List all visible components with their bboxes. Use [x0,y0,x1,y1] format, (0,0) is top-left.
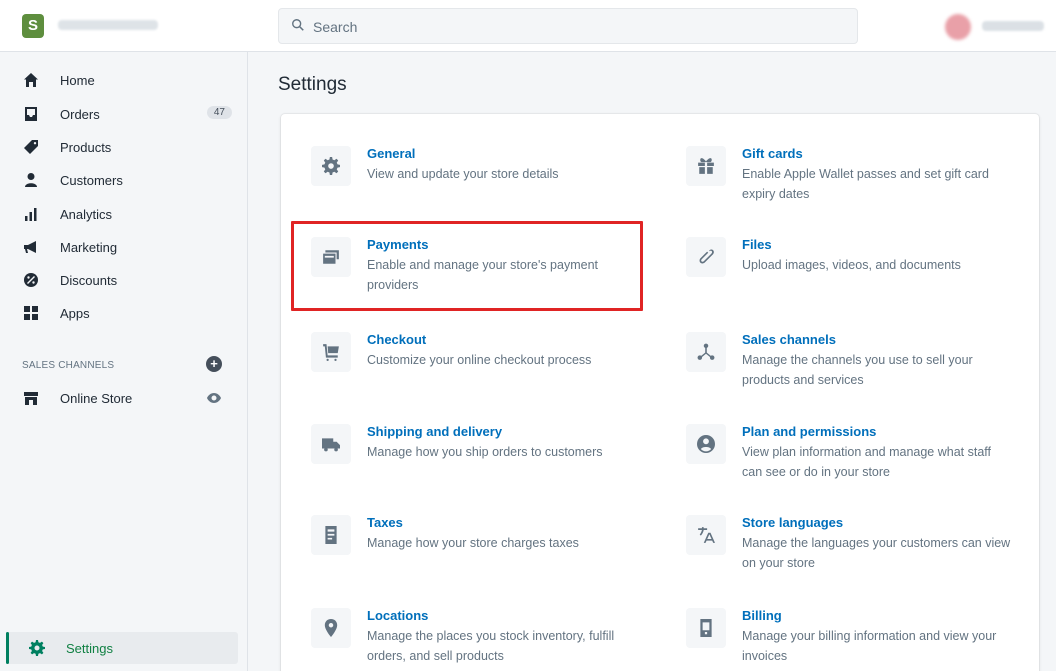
store-icon [16,390,46,406]
setting-description: Manage your billing information and view… [742,629,997,663]
setting-title[interactable]: Locations [367,608,428,623]
setting-title[interactable]: Taxes [367,515,403,530]
person-icon [16,172,46,188]
setting-title[interactable]: Billing [742,608,782,623]
translate-icon [686,515,726,555]
setting-description: View and update your store details [367,167,559,181]
setting-store-languages[interactable]: Store languages Manage the languages you… [686,515,1026,587]
setting-description: Manage the languages your customers can … [742,536,1011,570]
orders-count-badge: 47 [206,106,232,119]
discount-icon [16,272,46,288]
sidebar-item-settings[interactable]: Settings [6,632,238,664]
setting-description: Manage the places you stock inventory, f… [367,629,615,663]
shopify-logo-icon[interactable]: S [22,14,44,38]
search-bar[interactable] [278,8,858,44]
setting-title[interactable]: Sales channels [742,332,836,347]
channels-icon [686,332,726,372]
setting-title[interactable]: Files [742,237,772,252]
paperclip-icon [686,237,726,277]
setting-sales-channels[interactable]: Sales channels Manage the channels you u… [686,332,1026,404]
top-bar: S [0,0,1056,52]
setting-title[interactable]: General [367,146,415,161]
sidebar-item-marketing[interactable]: Marketing [16,233,240,261]
setting-gift-cards[interactable]: Gift cards Enable Apple Wallet passes an… [686,146,1026,218]
add-sales-channel-icon[interactable]: + [206,356,222,372]
search-input[interactable] [313,17,813,37]
avatar[interactable] [945,14,971,40]
settings-card: General View and update your store detai… [281,114,1039,671]
store-name-blurred[interactable] [58,20,158,30]
credit-card-icon [311,237,351,277]
setting-shipping-and-delivery[interactable]: Shipping and delivery Manage how you shi… [311,424,651,496]
setting-description: Manage the channels you use to sell your… [742,353,973,387]
setting-title[interactable]: Payments [367,237,428,252]
location-pin-icon [311,608,351,648]
megaphone-icon [16,239,46,255]
setting-plan-and-permissions[interactable]: Plan and permissions View plan informati… [686,424,1026,496]
sidebar-item-products[interactable]: Products [16,133,240,161]
gift-icon [686,146,726,186]
setting-description: Upload images, videos, and documents [742,258,961,272]
bar-chart-icon [16,206,46,222]
sidebar-item-label: Marketing [60,239,118,255]
sidebar-item-orders[interactable]: Orders 47 [16,100,240,128]
sidebar-item-label: Analytics [60,206,113,222]
setting-description: View plan information and manage what st… [742,445,991,479]
search-icon [291,18,307,34]
sidebar-item-label: Orders [60,106,100,122]
tag-icon [16,139,46,155]
sidebar-item-analytics[interactable]: Analytics [16,200,240,228]
sidebar: Home Orders 47 Products Customers Analyt… [0,52,248,671]
sidebar-item-label: Online Store [60,390,133,406]
sidebar-item-label: Customers [60,172,123,188]
sidebar-item-customers[interactable]: Customers [16,166,240,194]
setting-title[interactable]: Plan and permissions [742,424,876,439]
setting-title[interactable]: Checkout [367,332,426,347]
gear-icon [311,146,351,186]
user-name-blurred[interactable] [982,21,1044,31]
cart-icon [311,332,351,372]
truck-icon [311,424,351,464]
sidebar-item-home[interactable]: Home [16,66,240,94]
setting-general[interactable]: General View and update your store detai… [311,146,651,218]
setting-title[interactable]: Gift cards [742,146,803,161]
setting-title[interactable]: Store languages [742,515,843,530]
sidebar-item-discounts[interactable]: Discounts [16,266,240,294]
setting-title[interactable]: Shipping and delivery [367,424,502,439]
eye-icon[interactable] [206,390,222,406]
setting-description: Enable and manage your store's payment p… [367,258,598,292]
setting-billing[interactable]: Billing Manage your billing information … [686,608,1026,671]
setting-files[interactable]: Files Upload images, videos, and documen… [686,237,1026,309]
gear-icon [22,640,52,656]
account-icon [686,424,726,464]
sidebar-item-apps[interactable]: Apps [16,299,240,327]
sidebar-item-label: Products [60,139,112,155]
home-icon [16,72,46,88]
apps-icon [16,305,46,321]
setting-taxes[interactable]: Taxes Manage how your store charges taxe… [311,515,651,587]
sidebar-item-label: Apps [60,305,90,321]
setting-payments[interactable]: Payments Enable and manage your store's … [311,237,651,309]
setting-description: Customize your online checkout process [367,353,592,367]
setting-description: Manage how your store charges taxes [367,536,579,550]
setting-description: Manage how you ship orders to customers [367,445,603,459]
setting-description: Enable Apple Wallet passes and set gift … [742,167,989,201]
receipt-icon [311,515,351,555]
sidebar-item-label: Settings [66,640,113,656]
sidebar-item-label: Discounts [60,272,118,288]
billing-icon [686,608,726,648]
page-title: Settings [278,74,347,95]
setting-checkout[interactable]: Checkout Customize your online checkout … [311,332,651,404]
setting-locations[interactable]: Locations Manage the places you stock in… [311,608,651,671]
sales-channels-heading: SALES CHANNELS [22,360,115,371]
orders-icon [16,106,46,122]
sidebar-item-label: Home [60,72,95,88]
